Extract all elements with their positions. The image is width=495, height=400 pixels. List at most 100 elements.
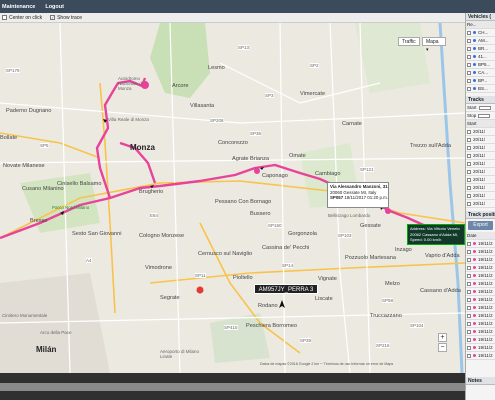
positions-table-header: Date <box>466 232 495 240</box>
vehicle-row[interactable]: 41... <box>466 53 495 61</box>
position-label: 19/11/2 <box>478 241 493 246</box>
position-row[interactable]: 19/11/2 <box>466 248 495 256</box>
position-checkbox[interactable] <box>467 257 471 262</box>
track-row[interactable]: 20/11/ <box>466 136 495 144</box>
position-checkbox[interactable] <box>467 289 471 294</box>
vehicle-checkbox[interactable] <box>467 86 471 91</box>
start-date-input[interactable] <box>478 105 491 110</box>
position-checkbox[interactable] <box>467 337 471 342</box>
popup-vehicle: SP057 <box>330 195 344 200</box>
vehicle-row[interactable]: BP... <box>466 77 495 85</box>
position-row[interactable]: 19/11/2 <box>466 288 495 296</box>
position-row[interactable]: 19/11/2 <box>466 304 495 312</box>
map-canvas[interactable] <box>0 23 465 373</box>
map-type-label: Mapa <box>426 39 439 45</box>
position-checkbox[interactable] <box>467 313 471 318</box>
vehicle-checkbox[interactable] <box>467 54 471 59</box>
track-row[interactable]: 20/11/ <box>466 128 495 136</box>
vehicle-row[interactable]: BP5... <box>466 61 495 69</box>
position-row[interactable]: 19/11/2 <box>466 312 495 320</box>
position-checkbox[interactable] <box>467 265 471 270</box>
place-label: Arco della Pace <box>40 330 72 335</box>
position-color-dot <box>473 330 476 333</box>
track-row[interactable]: 20/11/ <box>466 144 495 152</box>
position-checkbox[interactable] <box>467 241 471 246</box>
position-row[interactable]: 19/11/2 <box>466 320 495 328</box>
track-checkbox[interactable] <box>467 193 471 198</box>
track-checkbox[interactable] <box>467 145 471 150</box>
vehicle-checkbox[interactable] <box>467 62 471 67</box>
track-checkbox[interactable] <box>467 177 471 182</box>
track-checkbox[interactable] <box>467 185 471 190</box>
vehicle-checkbox[interactable] <box>467 70 471 75</box>
vehicle-row[interactable]: BR... <box>466 45 495 53</box>
vehicle-plate-label[interactable]: AM957JY_PERRA 3 <box>254 284 318 294</box>
vehicle-label: BR... <box>478 46 489 51</box>
position-row[interactable]: 19/11/2 <box>466 336 495 344</box>
position-checkbox[interactable] <box>467 305 471 310</box>
position-row[interactable]: 19/11/2 <box>466 240 495 248</box>
track-row[interactable]: 20/11/ <box>466 184 495 192</box>
track-checkbox[interactable] <box>467 129 471 134</box>
vehicle-checkbox[interactable] <box>467 30 471 35</box>
position-row[interactable]: 19/11/2 <box>466 272 495 280</box>
vehicle-row[interactable]: CA... <box>466 69 495 77</box>
track-checkbox[interactable] <box>467 201 471 206</box>
logout-link[interactable]: Logout <box>45 4 64 10</box>
map-type-selector[interactable]: Mapa ▾ <box>422 37 446 53</box>
center-on-click-option[interactable]: Center on click <box>2 15 42 21</box>
position-row[interactable]: 19/11/2 <box>466 280 495 288</box>
horizontal-scrollbar[interactable] <box>0 383 465 391</box>
track-row[interactable]: 20/11/ <box>466 152 495 160</box>
place-label: Autodromo Nazionale di Monza <box>118 76 143 91</box>
track-row[interactable]: 20/11/ <box>466 176 495 184</box>
track-row[interactable]: 20/11/ <box>466 192 495 200</box>
position-checkbox[interactable] <box>467 353 471 358</box>
position-checkbox[interactable] <box>467 281 471 286</box>
stop-date-input[interactable] <box>478 113 491 118</box>
center-on-click-checkbox[interactable] <box>2 15 7 20</box>
show-trace-checkbox[interactable]: ✓ <box>50 15 56 20</box>
position-checkbox[interactable] <box>467 297 471 302</box>
track-checkbox[interactable] <box>467 161 471 166</box>
position-checkbox[interactable] <box>467 321 471 326</box>
position-row[interactable]: 19/11/2 <box>466 352 495 360</box>
zoom-out-button[interactable]: − <box>438 343 447 352</box>
position-row[interactable]: 19/11/2 <box>466 328 495 336</box>
position-checkbox[interactable] <box>467 329 471 334</box>
position-row[interactable]: 19/11/2 <box>466 256 495 264</box>
position-row[interactable]: 19/11/2 <box>466 264 495 272</box>
vehicle-checkbox[interactable] <box>467 46 471 51</box>
town-label: Pozzuolo Martesana <box>345 255 396 261</box>
zoom-in-button[interactable]: + <box>438 333 447 342</box>
position-label: 19/11/2 <box>478 289 493 294</box>
position-checkbox[interactable] <box>467 273 471 278</box>
town-label: Rodano <box>258 303 278 309</box>
vehicle-row[interactable]: CH... <box>466 29 495 37</box>
vehicles-table-header: Re... <box>466 21 495 29</box>
vehicle-row[interactable]: AM... <box>466 37 495 45</box>
vehicle-row[interactable]: BS... <box>466 85 495 93</box>
vehicle-checkbox[interactable] <box>467 38 471 43</box>
right-sidebar: Vehicles ( Re... CH... AM... BR... 41... BP5… <box>465 13 495 400</box>
track-checkbox[interactable] <box>467 153 471 158</box>
position-row[interactable]: 19/11/2 <box>466 344 495 352</box>
track-row[interactable]: 20/11/ <box>466 168 495 176</box>
position-row[interactable]: 19/11/2 <box>466 296 495 304</box>
show-trace-option[interactable]: ✓ Show trace <box>50 15 82 21</box>
town-label: Melzo <box>385 281 400 287</box>
map-view[interactable]: Monza Milán Arcore Lesmo Villasanta Vime… <box>0 23 465 373</box>
location-info-popup: Via Alessandro Manzoni, 31, 20060 Gessat… <box>327 182 389 208</box>
track-row[interactable]: 20/11/ <box>466 160 495 168</box>
track-checkbox[interactable] <box>467 169 471 174</box>
position-checkbox[interactable] <box>467 249 471 254</box>
maintenance-menu[interactable]: Maintenance <box>2 4 35 10</box>
vehicle-label: CH... <box>478 30 489 35</box>
track-label: 20/11/ <box>473 145 486 150</box>
traffic-layer-button[interactable]: Traffic <box>398 37 420 46</box>
track-checkbox[interactable] <box>467 137 471 142</box>
position-checkbox[interactable] <box>467 345 471 350</box>
export-button[interactable]: Export <box>468 221 493 230</box>
vehicle-checkbox[interactable] <box>467 78 471 83</box>
track-row[interactable]: 20/11/ <box>466 200 495 208</box>
